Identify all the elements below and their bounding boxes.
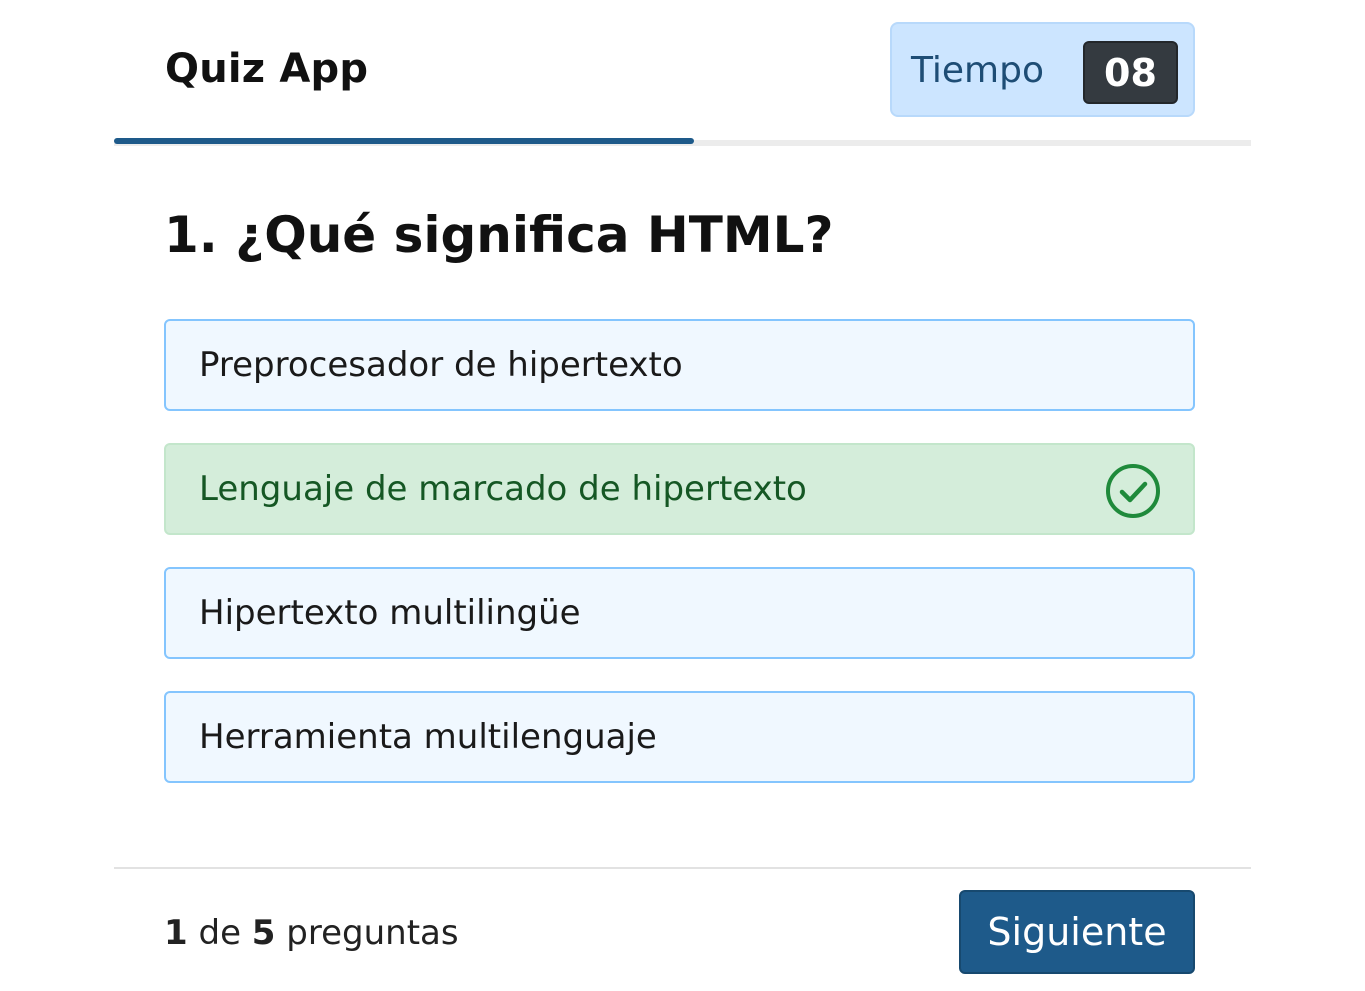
option-label: Herramienta multilenguaje xyxy=(199,717,657,757)
quiz-footer: 1 de 5 preguntas Siguiente xyxy=(114,867,1251,991)
timer-label: Tiempo xyxy=(911,50,1044,91)
option-label: Hipertexto multilingüe xyxy=(199,593,581,633)
option-item[interactable]: Hipertexto multilingüe xyxy=(164,567,1195,659)
question-text: 1. ¿Qué significa HTML? xyxy=(164,206,834,264)
option-label: Preprocesador de hipertexto xyxy=(199,345,683,385)
timer-seconds: 08 xyxy=(1083,41,1178,104)
current-question-number: 1 xyxy=(164,913,188,953)
time-progress-line xyxy=(114,138,694,144)
counter-of: de xyxy=(198,913,241,953)
option-label: Lenguaje de marcado de hipertexto xyxy=(199,469,807,509)
quiz-box: Quiz App Tiempo 08 1. ¿Qué significa HTM… xyxy=(114,0,1251,991)
counter-suffix: preguntas xyxy=(286,913,459,953)
check-circle-icon xyxy=(1106,464,1160,518)
option-item[interactable]: Herramienta multilenguaje xyxy=(164,691,1195,783)
option-item[interactable]: Preprocesador de hipertexto xyxy=(164,319,1195,411)
app-title: Quiz App xyxy=(165,46,369,92)
quiz-header: Quiz App Tiempo 08 xyxy=(114,0,1251,146)
next-button[interactable]: Siguiente xyxy=(959,890,1195,974)
timer: Tiempo 08 xyxy=(890,22,1195,117)
option-item[interactable]: Lenguaje de marcado de hipertexto xyxy=(164,443,1195,535)
question-counter: 1 de 5 preguntas xyxy=(164,913,459,953)
total-questions-number: 5 xyxy=(251,913,276,953)
option-list: Preprocesador de hipertexto Lenguaje de … xyxy=(164,319,1195,815)
